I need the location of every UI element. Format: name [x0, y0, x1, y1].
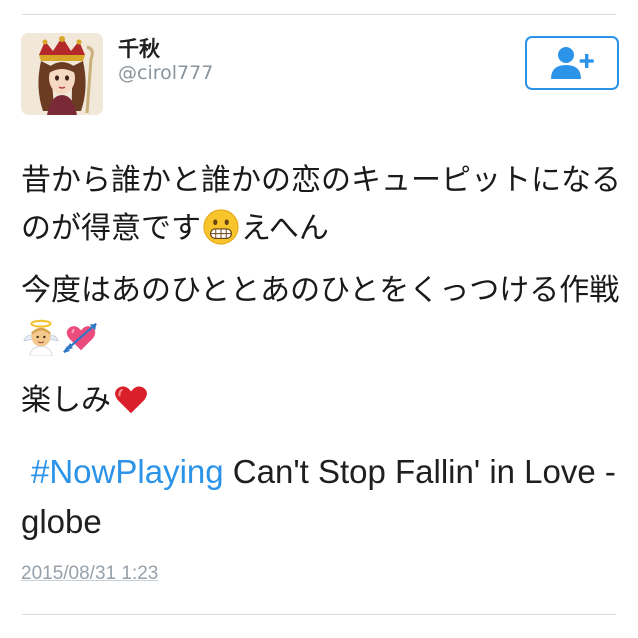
avatar-image	[21, 33, 103, 115]
hashtag-link[interactable]: #NowPlaying	[21, 453, 224, 490]
tweet-paragraph-2: 今度はあのひととあのひとをくっつける作戦	[21, 267, 621, 363]
user-handle[interactable]: @cirol777	[118, 62, 213, 84]
top-divider	[22, 14, 616, 15]
tweet-paragraph-3: 楽しみ	[21, 377, 621, 425]
red-heart-emoji-icon	[112, 380, 150, 418]
now-playing-line: #NowPlaying Can't Stop Fallin' in Love -…	[21, 447, 621, 547]
grimacing-face-emoji-icon	[202, 208, 240, 246]
tweet-timestamp[interactable]: 2015/08/31 1:23	[21, 563, 158, 585]
avatar[interactable]	[21, 33, 103, 115]
bottom-divider	[22, 614, 616, 615]
tweet-line-1-tail: えへん	[241, 211, 329, 246]
tweet-paragraph-1: 昔から誰かと誰かの恋のキューピットになるのが得意です えへん	[21, 157, 621, 253]
display-name[interactable]: 千秋	[118, 33, 160, 63]
follow-button[interactable]	[525, 36, 619, 90]
tweet-line-3: 楽しみ	[21, 383, 111, 418]
add-user-icon	[551, 47, 594, 79]
angel-emoji-icon	[22, 318, 60, 356]
tweet-line-2: 今度はあのひととあのひとをくっつける作戦	[21, 273, 620, 308]
tweet-text: 昔から誰かと誰かの恋のキューピットになるのが得意です えへん 今度はあのひととあ…	[21, 157, 621, 439]
heart-with-arrow-emoji-icon	[62, 318, 100, 356]
